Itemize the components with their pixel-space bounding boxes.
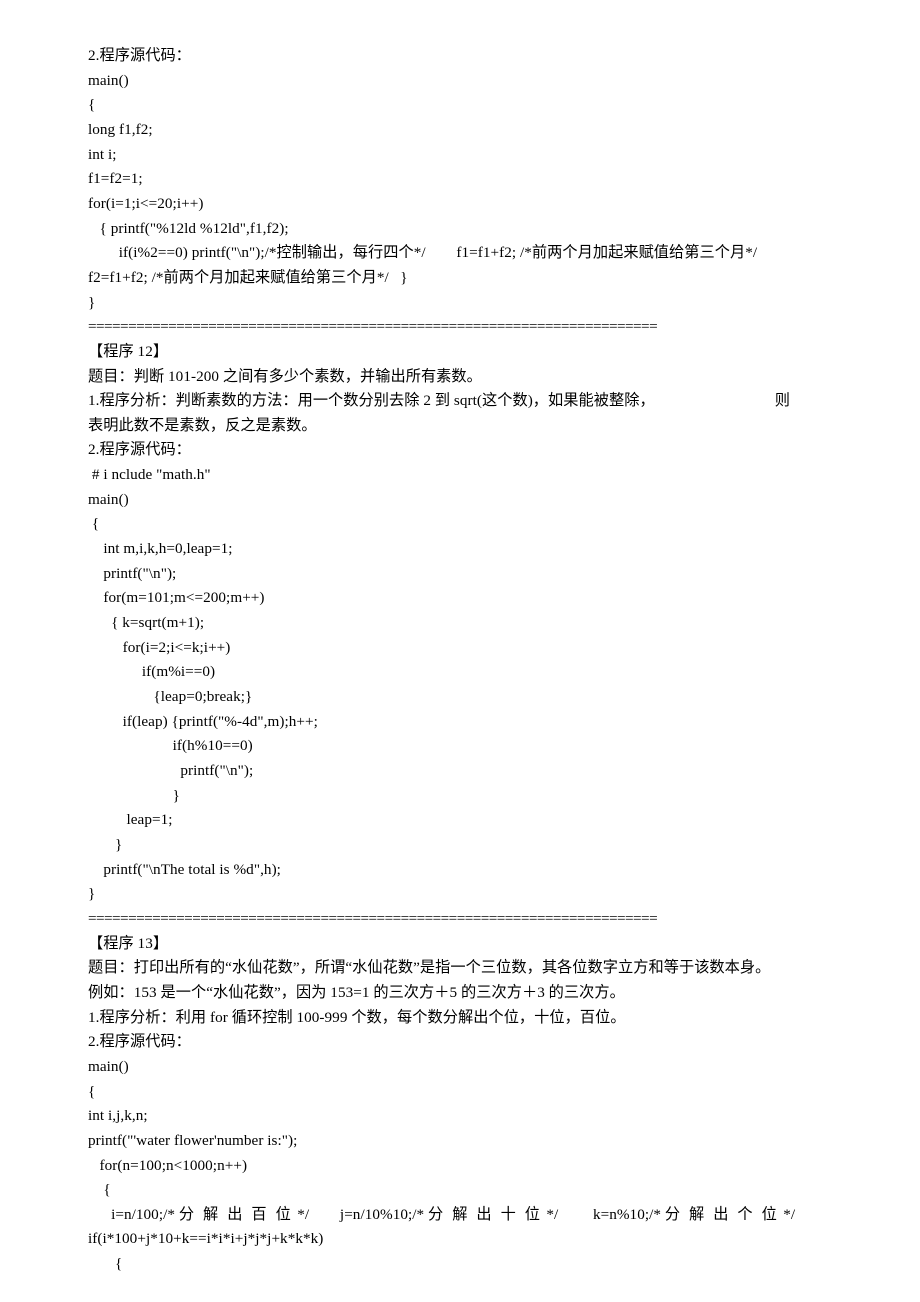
code-line-decompose: i=n/100;/* 分 解 出 百 位 */ j=n/10%10;/* 分 解… xyxy=(88,1203,820,1252)
code-line: int m,i,k,h=0,leap=1; xyxy=(88,540,233,558)
code-line: } xyxy=(88,835,123,853)
code-line: 2.程序源代码： xyxy=(88,1033,191,1051)
code-line: long f1,f2; xyxy=(88,120,153,138)
analysis-tail: 则 xyxy=(774,392,790,410)
code-line: printf("\n"); xyxy=(88,564,177,582)
code-line: } xyxy=(88,293,96,311)
decompose-comment-ones: 分 解 出 个 位 xyxy=(664,1205,780,1223)
code-line: { xyxy=(88,515,100,533)
code-line: for(i=1;i<=20;i++) xyxy=(88,194,204,212)
code-line: for(i=2;i<=k;i++) xyxy=(88,638,231,656)
document-page: 2.程序源代码： main() { long f1,f2; int i; f1=… xyxy=(0,0,920,1302)
code-line: for(n=100;n<1000;n++) xyxy=(88,1156,248,1174)
code-line: { xyxy=(88,96,96,114)
program-analysis: 1.程序分析：利用 for 循环控制 100-999 个数，每个数分解出个位，十… xyxy=(88,1008,626,1026)
code-line: if(m%i==0) xyxy=(88,663,216,681)
code-line: main() xyxy=(88,1057,129,1075)
program-analysis: 1.程序分析：判断素数的方法：用一个数分别去除 2 到 sqrt(这个数)，如果… xyxy=(88,389,820,438)
code-line: { xyxy=(88,1082,96,1100)
code-line: main() xyxy=(88,490,129,508)
program-problem-statement: 题目：打印出所有的“水仙花数”，所谓“水仙花数”是指一个三位数，其各位数字立方和… xyxy=(88,959,771,977)
decompose-comment-hundreds: 分 解 出 百 位 xyxy=(178,1205,294,1223)
code-line: f1=f2=1; xyxy=(88,170,143,188)
code-line: int i; xyxy=(88,145,117,163)
program-example: 例如：153 是一个“水仙花数”，因为 153=1 的三次方＋5 的三次方＋3 … xyxy=(88,983,625,1001)
section-separator: ========================================… xyxy=(88,909,658,927)
analysis-text: 1.程序分析：判断素数的方法：用一个数分别去除 2 到 sqrt(这个数)，如果… xyxy=(88,392,655,410)
code-line: { xyxy=(88,1181,111,1199)
code-line: } xyxy=(88,786,180,804)
code-line: printf("\nThe total is %d",h); xyxy=(88,860,281,878)
code-line: leap=1; xyxy=(88,811,173,829)
decompose-part-2: */ j=n/10%10;/* xyxy=(293,1205,429,1223)
code-line: 2.程序源代码： xyxy=(88,47,191,64)
section-separator: ========================================… xyxy=(88,318,658,336)
code-line: { k=sqrt(m+1); xyxy=(88,614,205,632)
code-line: printf("\n"); xyxy=(88,762,254,780)
code-line: printf("'water flower'number is:"); xyxy=(88,1131,298,1149)
code-line: for(m=101;m<=200;m++) xyxy=(88,589,265,607)
code-line-include: # i nclude "math.h" xyxy=(88,466,211,484)
code-line: if(h%10==0) xyxy=(88,737,253,755)
program-title: 【程序 13】 xyxy=(88,934,169,952)
code-line: {leap=0;break;} xyxy=(88,688,253,706)
decompose-part-1: i=n/100;/* xyxy=(88,1205,179,1223)
code-line: 2.程序源代码： xyxy=(88,441,191,459)
code-line: } xyxy=(88,885,96,903)
program-title: 【程序 12】 xyxy=(88,342,169,360)
decompose-part-3: */ k=n%10;/* xyxy=(542,1205,665,1223)
document-content: 2.程序源代码： main() { long f1,f2; int i; f1=… xyxy=(88,44,820,1277)
code-line: { xyxy=(88,1255,123,1273)
program-problem-statement: 题目：判断 101-200 之间有多少个素数，并输出所有素数。 xyxy=(88,367,482,385)
decompose-comment-tens: 分 解 出 十 位 xyxy=(428,1205,543,1223)
code-line: { printf("%12ld %12ld",f1,f2); xyxy=(88,219,289,237)
code-line-with-comment: if(i%2==0) printf("\n");/*控制输出，每行四个*/ f1… xyxy=(88,244,796,286)
code-line: main() xyxy=(88,71,129,89)
analysis-continuation: 表明此数不是素数，反之是素数。 xyxy=(88,416,317,434)
code-line: int i,j,k,n; xyxy=(88,1107,148,1125)
code-line: if(leap) {printf("%-4d",m);h++; xyxy=(88,712,318,730)
